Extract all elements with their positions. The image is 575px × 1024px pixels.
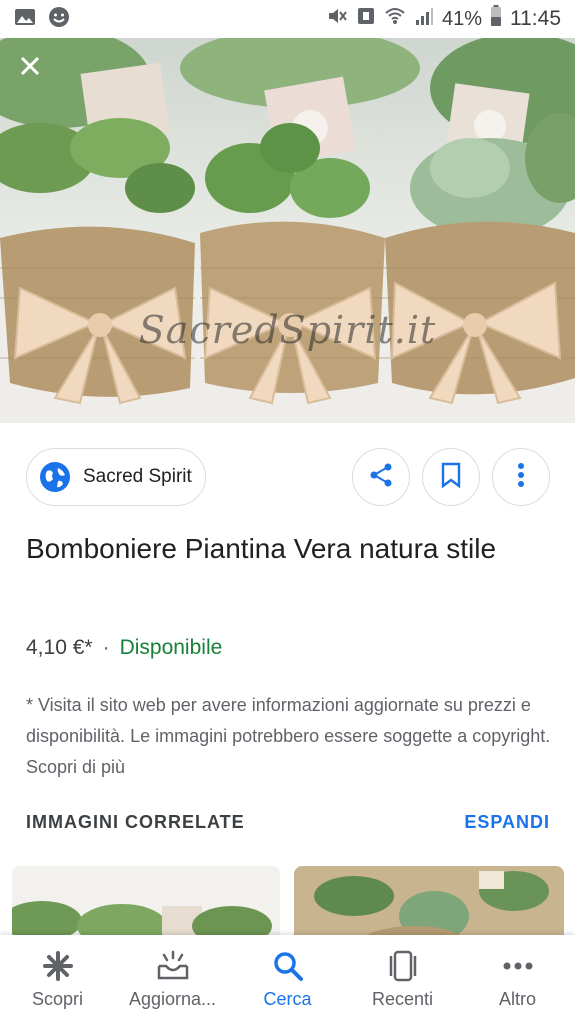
share-button[interactable]	[352, 448, 410, 506]
nav-recents[interactable]: Recenti	[345, 935, 460, 1024]
succulent-photo	[0, 38, 575, 423]
recents-icon	[386, 949, 420, 983]
nav-label: Scopri	[31, 989, 84, 1009]
product-title: Bomboniere Piantina Vera natura stile	[26, 533, 497, 564]
status-bar: 41% 11:45	[0, 0, 575, 38]
nav-label: Altro	[498, 989, 536, 1009]
expand-button[interactable]: ESPANDI	[464, 812, 550, 833]
source-chip[interactable]: Sacred Spirit	[26, 448, 206, 506]
asterisk-icon	[41, 949, 75, 983]
mute-icon	[326, 6, 348, 32]
separator-dot: ·	[102, 636, 110, 659]
nav-updates[interactable]: Aggiorna...	[115, 935, 230, 1024]
more-vert-icon	[517, 462, 525, 493]
related-images-strip	[12, 866, 564, 936]
signal-icon	[414, 6, 434, 32]
more-horiz-icon	[501, 949, 535, 983]
product-image[interactable]: SacredSpirit.it	[0, 38, 575, 423]
nav-more[interactable]: Altro	[460, 935, 575, 1024]
share-icon	[368, 462, 394, 493]
bookmark-icon	[440, 462, 462, 493]
bottom-navigation: Scopri Aggiorna... Cerca Recenti Altro	[0, 935, 575, 1024]
nav-label: Recenti	[371, 989, 434, 1009]
nav-discover[interactable]: Scopri	[0, 935, 115, 1024]
nfc-icon	[356, 6, 376, 32]
battery-percent: 41%	[441, 7, 482, 30]
updates-icon	[156, 949, 190, 983]
clock: 11:45	[510, 7, 561, 30]
gallery-icon	[14, 7, 36, 32]
related-images-header: IMMAGINI CORRELATE ESPANDI	[26, 812, 550, 833]
wifi-icon	[384, 6, 406, 32]
source-name: Sacred Spirit	[83, 466, 192, 487]
availability-status: Disponibile	[119, 636, 223, 659]
related-thumbnail[interactable]	[294, 866, 564, 936]
globe-icon	[39, 461, 71, 493]
nav-label: Cerca	[263, 989, 312, 1009]
nav-label: Aggiorna...	[128, 989, 217, 1009]
save-button[interactable]	[422, 448, 480, 506]
disclaimer-text[interactable]: * Visita il sito web per avere informazi…	[26, 690, 556, 783]
nav-search[interactable]: Cerca	[230, 935, 345, 1024]
price-row: 4,10 €* · Disponibile	[26, 636, 222, 660]
face-icon	[48, 6, 70, 33]
battery-icon	[490, 5, 502, 33]
image-watermark: SacredSpirit.it	[138, 308, 437, 352]
source-actions-row: Sacred Spirit	[26, 448, 550, 508]
related-thumbnail[interactable]	[12, 866, 280, 936]
search-icon	[271, 949, 305, 983]
price: 4,10 €*	[26, 636, 93, 659]
related-images-title: IMMAGINI CORRELATE	[26, 812, 245, 832]
more-options-button[interactable]	[492, 448, 550, 506]
close-button[interactable]	[18, 54, 58, 94]
